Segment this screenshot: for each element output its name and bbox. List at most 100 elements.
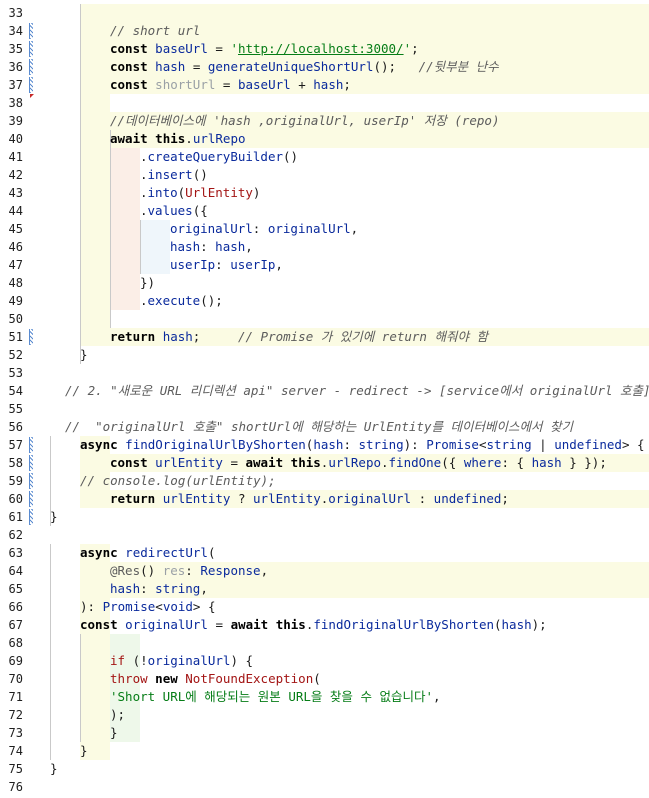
line-number[interactable]: 54 — [0, 382, 23, 400]
code-line-46[interactable]: 46 hash: hash, — [0, 238, 649, 256]
error-marker-icon[interactable] — [30, 94, 34, 98]
vcs-changed-marker-icon[interactable] — [29, 491, 33, 507]
code-text[interactable]: } — [50, 508, 58, 526]
line-number[interactable]: 62 — [0, 526, 23, 544]
code-line-53[interactable]: 53 — [0, 364, 649, 382]
line-number[interactable]: 42 — [0, 166, 23, 184]
vcs-changed-marker-icon[interactable] — [29, 473, 33, 489]
code-text[interactable]: @Res() res: Response, — [110, 562, 268, 580]
code-text[interactable]: throw new NotFoundException( — [110, 670, 321, 688]
line-number[interactable]: 71 — [0, 688, 23, 706]
line-number[interactable]: 40 — [0, 130, 23, 148]
code-line-67[interactable]: 67 const originalUrl = await this.findOri… — [0, 616, 649, 634]
code-line-39[interactable]: 39 //데이터베이스에 'hash ,originalUrl, userIp' … — [0, 112, 649, 130]
line-number[interactable]: 47 — [0, 256, 23, 274]
code-text[interactable]: originalUrl: originalUrl, — [170, 220, 358, 238]
line-number[interactable]: 75 — [0, 760, 23, 778]
code-text[interactable]: }) — [140, 274, 155, 292]
code-line-75[interactable]: 75} — [0, 760, 649, 778]
code-line-37[interactable]: 37 const shortUrl = baseUrl + hash; — [0, 76, 649, 94]
code-line-65[interactable]: 65 hash: string, — [0, 580, 649, 598]
code-text[interactable]: .execute(); — [140, 292, 223, 310]
line-number[interactable]: 37 — [0, 76, 23, 94]
line-number[interactable]: 53 — [0, 364, 23, 382]
code-text[interactable]: } — [110, 724, 118, 742]
code-text[interactable]: .createQueryBuilder() — [140, 148, 298, 166]
code-text[interactable]: // console.log(urlEntity); — [80, 472, 276, 490]
line-number[interactable]: 35 — [0, 40, 23, 58]
code-text[interactable]: .insert() — [140, 166, 208, 184]
code-text[interactable]: // "originalUrl 호출" shortUrl에 해당하는 UrlEn… — [65, 418, 573, 436]
code-line-62[interactable]: 62 — [0, 526, 649, 544]
line-number[interactable]: 51 — [0, 328, 23, 346]
line-number[interactable]: 46 — [0, 238, 23, 256]
line-number[interactable]: 48 — [0, 274, 23, 292]
code-text[interactable]: //데이터베이스에 'hash ,originalUrl, userIp' 저장… — [110, 112, 499, 130]
line-number[interactable]: 45 — [0, 220, 23, 238]
code-line-57[interactable]: 57 async findOriginalUrlByShorten(hash: s… — [0, 436, 649, 454]
code-line-74[interactable]: 74} — [0, 742, 649, 760]
code-line-48[interactable]: 48}) — [0, 274, 649, 292]
code-line-56[interactable]: 56 // "originalUrl 호출" shortUrl에 해당하는 Url… — [0, 418, 649, 436]
code-text[interactable]: } — [50, 760, 58, 778]
vcs-changed-marker-icon[interactable] — [29, 329, 33, 345]
code-line-52[interactable]: 52} — [0, 346, 649, 364]
code-line-63[interactable]: 63 async redirectUrl( — [0, 544, 649, 562]
code-line-69[interactable]: 69 if (!originalUrl) { — [0, 652, 649, 670]
vcs-changed-marker-icon[interactable] — [29, 41, 33, 57]
code-text[interactable]: const baseUrl = 'http://localhost:3000/'… — [110, 40, 419, 58]
code-text[interactable]: async redirectUrl( — [80, 544, 216, 562]
code-text[interactable]: hash: hash, — [170, 238, 253, 256]
code-line-50[interactable]: 50 — [0, 310, 649, 328]
code-line-72[interactable]: 72); — [0, 706, 649, 724]
line-number[interactable]: 49 — [0, 292, 23, 310]
vcs-changed-marker-icon[interactable] — [29, 509, 33, 525]
line-number[interactable]: 38 — [0, 94, 23, 112]
line-number[interactable]: 66 — [0, 598, 23, 616]
code-text[interactable]: // short url — [110, 22, 200, 40]
code-text[interactable]: return urlEntity ? urlEntity.originalUrl… — [110, 490, 509, 508]
code-text[interactable]: if (!originalUrl) { — [110, 652, 253, 670]
line-number[interactable]: 36 — [0, 58, 23, 76]
line-number[interactable]: 60 — [0, 490, 23, 508]
line-number[interactable]: 56 — [0, 418, 23, 436]
code-text[interactable]: hash: string, — [110, 580, 208, 598]
line-number[interactable]: 57 — [0, 436, 23, 454]
code-line-71[interactable]: 71 'Short URL에 해당되는 원본 URL을 찾을 수 없습니다', — [0, 688, 649, 706]
code-text[interactable]: 'Short URL에 해당되는 원본 URL을 찾을 수 없습니다', — [110, 688, 441, 706]
code-line-41[interactable]: 41 .createQueryBuilder() — [0, 148, 649, 166]
code-line-64[interactable]: 64 @Res() res: Response, — [0, 562, 649, 580]
line-number[interactable]: 52 — [0, 346, 23, 364]
code-line-51[interactable]: 51 return hash; // Promise 가 있기에 return 해… — [0, 328, 649, 346]
line-number[interactable]: 74 — [0, 742, 23, 760]
code-text[interactable]: } — [80, 742, 88, 760]
code-line-73[interactable]: 73} — [0, 724, 649, 742]
code-line-33[interactable]: 33 — [0, 4, 649, 22]
vcs-changed-marker-icon[interactable] — [29, 77, 33, 93]
line-number[interactable]: 58 — [0, 454, 23, 472]
code-line-43[interactable]: 43 .into(UrlEntity) — [0, 184, 649, 202]
vcs-changed-marker-icon[interactable] — [29, 455, 33, 471]
line-number[interactable]: 50 — [0, 310, 23, 328]
vcs-changed-marker-icon[interactable] — [29, 59, 33, 75]
code-line-54[interactable]: 54 // 2. "새로운 URL 리디렉션 api" server - redi… — [0, 382, 649, 400]
code-line-55[interactable]: 55 — [0, 400, 649, 418]
line-number[interactable]: 55 — [0, 400, 23, 418]
code-text[interactable]: const originalUrl = await this.findOrigi… — [80, 616, 547, 634]
code-line-36[interactable]: 36 const hash = generateUniqueShortUrl();… — [0, 58, 649, 76]
vcs-changed-marker-icon[interactable] — [29, 437, 33, 453]
code-line-58[interactable]: 58 const urlEntity = await this.urlRepo.f… — [0, 454, 649, 472]
line-number[interactable]: 43 — [0, 184, 23, 202]
line-number[interactable]: 68 — [0, 634, 23, 652]
line-number[interactable]: 59 — [0, 472, 23, 490]
line-number[interactable]: 61 — [0, 508, 23, 526]
code-line-59[interactable]: 59 // console.log(urlEntity); — [0, 472, 649, 490]
code-line-66[interactable]: 66): Promise<void> { — [0, 598, 649, 616]
code-editor[interactable]: 33 34 // short url 35 const baseUrl = 'http:… — [0, 0, 649, 798]
code-line-45[interactable]: 45 originalUrl: originalUrl, — [0, 220, 649, 238]
code-line-35[interactable]: 35 const baseUrl = 'http://localhost:3000… — [0, 40, 649, 58]
code-text[interactable]: async findOriginalUrlByShorten(hash: str… — [80, 436, 645, 454]
code-text[interactable]: userIp: userIp, — [170, 256, 283, 274]
code-line-60[interactable]: 60 return urlEntity ? urlEntity.originalU… — [0, 490, 649, 508]
code-line-76[interactable]: 76 — [0, 778, 649, 796]
